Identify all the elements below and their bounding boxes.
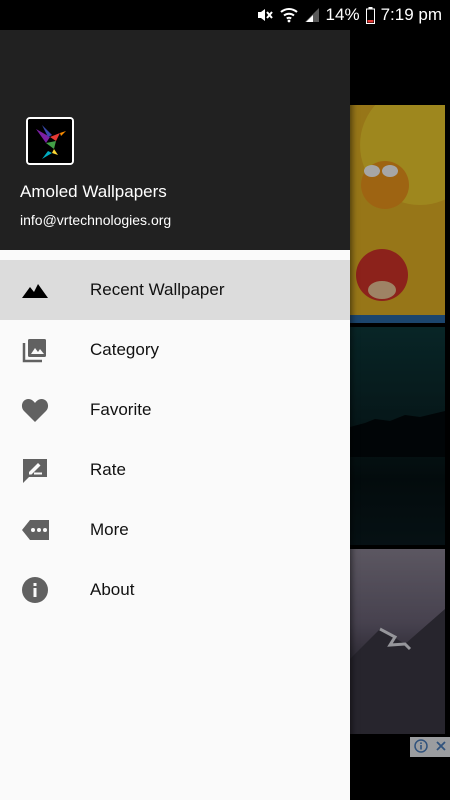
menu-item-label: About [90,580,135,599]
navigation-drawer: Amoled Wallpapers info@vrtechnologies.or… [0,30,350,800]
status-bar: 14% 7:19 pm [0,0,450,30]
menu-item-category[interactable]: Category [0,320,350,380]
menu-item-favorite[interactable]: Favorite [0,380,350,440]
menu-item-label: More [90,520,129,539]
wifi-icon [279,7,298,23]
battery-percent: 14% [325,5,360,24]
menu-item-about[interactable]: About [0,560,350,620]
heart-icon [0,397,90,423]
menu-item-recent-wallpaper[interactable]: Recent Wallpaper [0,260,350,320]
menu-item-label: Category [90,340,159,359]
status-time: 7:19 pm [380,5,442,24]
drawer-menu: Recent Wallpaper Category Favorite Rate … [0,250,350,620]
menu-item-rate[interactable]: Rate [0,440,350,500]
mute-icon [256,7,274,23]
menu-item-label: Rate [90,460,126,479]
drawer-header: Amoled Wallpapers info@vrtechnologies.or… [0,30,350,250]
app-logo [26,117,74,165]
battery-icon [365,6,375,24]
info-icon [0,576,90,604]
menu-item-more[interactable]: More [0,500,350,560]
drawer-scrim[interactable] [350,30,450,800]
landscape-icon [0,280,90,300]
app-email: info@vrtechnologies.org [20,212,172,228]
more-label-icon [0,519,90,541]
menu-item-label: Favorite [90,400,152,419]
signal-icon [304,7,320,23]
app-name: Amoled Wallpapers [20,182,167,201]
photo-library-icon [0,336,90,364]
menu-item-label: Recent Wallpaper [90,280,225,299]
rate-review-icon [0,456,90,484]
